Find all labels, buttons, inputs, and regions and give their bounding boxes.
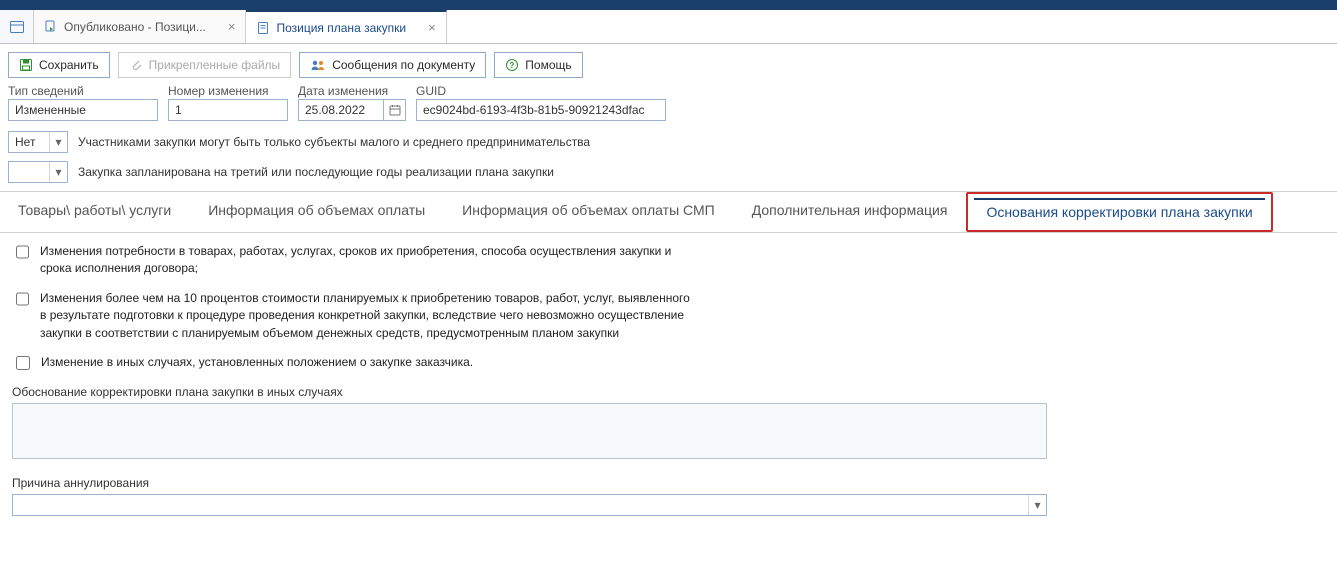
tab-goods[interactable]: Товары\ работы\ услуги [0, 192, 190, 232]
document-tab-strip: Опубликовано - Позици... × Позиция плана… [0, 10, 1337, 44]
button-label: Сообщения по документу [332, 58, 475, 72]
change-no-label: Номер изменения [168, 84, 288, 98]
close-icon[interactable]: × [228, 19, 236, 34]
checkbox-label: Изменение в иных случаях, установленных … [41, 354, 473, 371]
attachment-icon [129, 58, 143, 72]
svg-text:?: ? [510, 61, 515, 70]
document-arrow-icon [44, 20, 58, 34]
checkbox-other-cases[interactable] [16, 356, 30, 370]
combo-value: Нет [9, 135, 49, 149]
smb-label: Участниками закупки могут быть только су… [78, 135, 590, 149]
change-date-label: Дата изменения [298, 84, 406, 98]
tab-volumes[interactable]: Информация об объемах оплаты [190, 192, 444, 232]
messages-button[interactable]: Сообщения по документу [299, 52, 486, 78]
button-label: Помощь [525, 58, 571, 72]
checkbox-row-2: Изменения более чем на 10 процентов стои… [12, 290, 692, 342]
justification-label: Обоснование корректировки плана закупки … [12, 385, 1325, 399]
header-fields-row: Тип сведений Номер изменения Дата измене… [0, 84, 1337, 125]
smb-combo[interactable]: Нет ▾ [8, 131, 68, 153]
tabs-home-icon[interactable] [0, 10, 34, 43]
checkbox-row-3: Изменение в иных случаях, установленных … [12, 354, 692, 373]
checkbox-label: Изменения потребности в товарах, работах… [40, 243, 692, 278]
save-icon [19, 58, 33, 72]
button-label: Прикрепленные файлы [149, 58, 281, 72]
tab-volumes-smb[interactable]: Информация об объемах оплаты СМП [444, 192, 734, 232]
smb-row: Нет ▾ Участниками закупки могут быть тол… [0, 125, 1337, 155]
checkbox-label: Изменения более чем на 10 процентов стои… [40, 290, 692, 342]
calendar-icon[interactable] [384, 99, 406, 121]
change-date-field[interactable] [298, 99, 384, 121]
guid-label: GUID [416, 84, 666, 98]
type-label: Тип сведений [8, 84, 158, 98]
guid-field [416, 99, 666, 121]
help-icon: ? [505, 58, 519, 72]
checkbox-cost-change-10pct[interactable] [16, 292, 29, 306]
cancel-reason-combo[interactable]: ▾ [12, 494, 1047, 516]
thirdyear-combo[interactable]: ▾ [8, 161, 68, 183]
checkbox-row-1: Изменения потребности в товарах, работах… [12, 243, 692, 278]
section-tabs: Товары\ работы\ услуги Информация об объ… [0, 191, 1337, 233]
chevron-down-icon[interactable]: ▾ [1028, 495, 1046, 515]
tab-additional[interactable]: Дополнительная информация [734, 192, 967, 232]
tab-plan-position[interactable]: Позиция плана закупки × [246, 10, 446, 43]
chevron-down-icon[interactable]: ▾ [49, 162, 67, 182]
tab-label: Позиция плана закупки [276, 21, 406, 35]
save-button[interactable]: Сохранить [8, 52, 110, 78]
checkbox-needs-change[interactable] [16, 245, 29, 259]
type-field [8, 99, 158, 121]
thirdyear-label: Закупка запланирована на третий или посл… [78, 165, 554, 179]
content-area: Изменения потребности в товарах, работах… [0, 233, 1337, 526]
change-no-field[interactable] [168, 99, 288, 121]
thirdyear-row: ▾ Закупка запланирована на третий или по… [0, 155, 1337, 185]
close-icon[interactable]: × [428, 20, 436, 35]
help-button[interactable]: ? Помощь [494, 52, 582, 78]
tab-published-positions[interactable]: Опубликовано - Позици... × [34, 10, 246, 43]
document-icon [256, 21, 270, 35]
justification-textarea[interactable] [12, 403, 1047, 459]
toolbar: Сохранить Прикрепленные файлы Сообщения … [0, 44, 1337, 84]
people-icon [310, 58, 326, 72]
chevron-down-icon[interactable]: ▾ [49, 132, 67, 152]
tab-label: Опубликовано - Позици... [64, 20, 206, 34]
button-label: Сохранить [39, 58, 99, 72]
window-top-bar [0, 0, 1337, 10]
attachments-button: Прикрепленные файлы [118, 52, 292, 78]
cancel-reason-label: Причина аннулирования [12, 476, 1325, 490]
tab-correction-basis[interactable]: Основания корректировки плана закупки [966, 192, 1272, 232]
